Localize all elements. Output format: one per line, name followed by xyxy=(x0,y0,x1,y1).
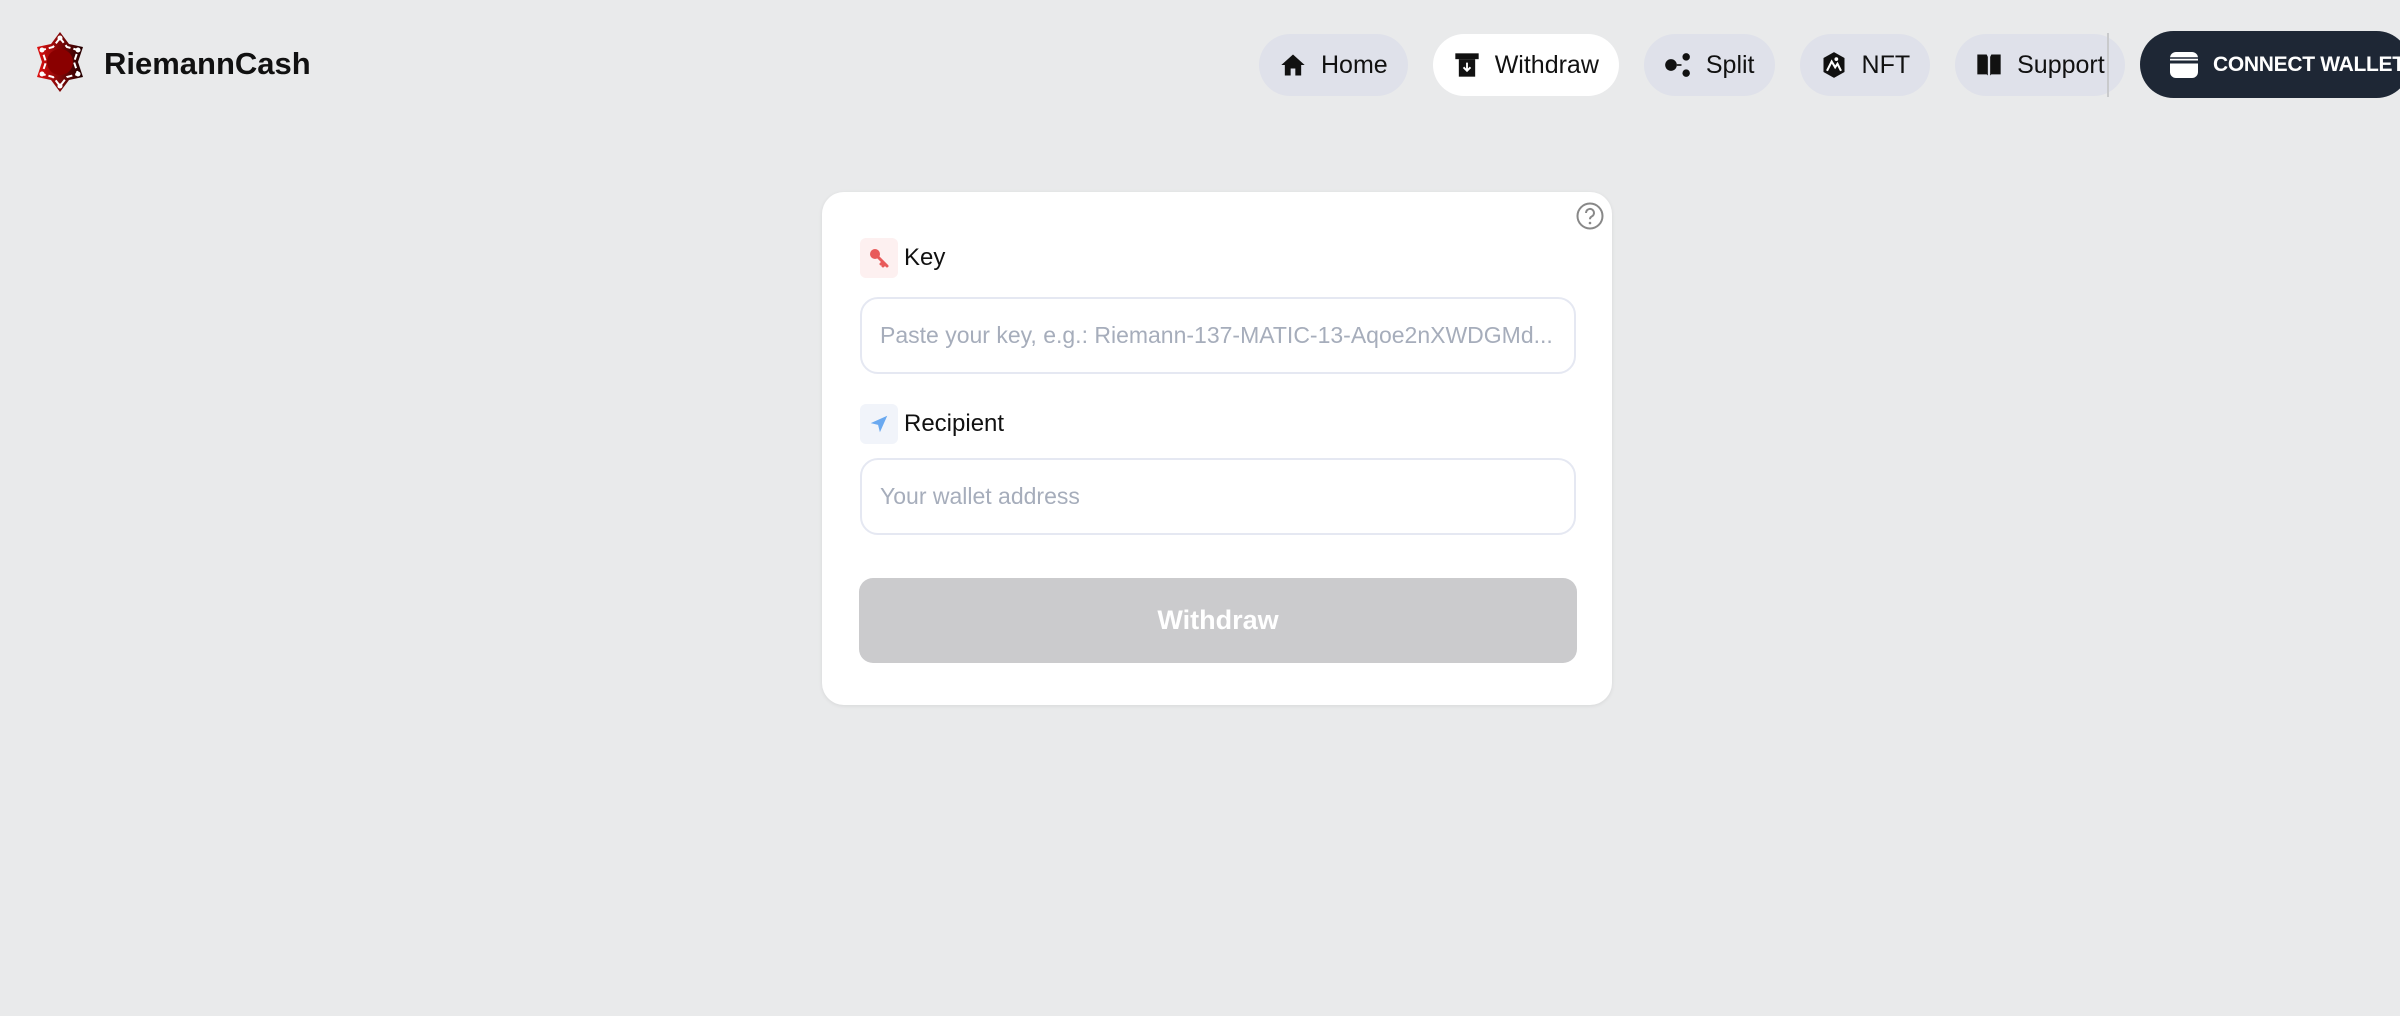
connect-wallet-label: CONNECT WALLET xyxy=(2213,52,2400,76)
brand[interactable]: RiemannCash xyxy=(34,30,311,99)
recipient-input[interactable] xyxy=(860,458,1576,535)
nav-split[interactable]: Split xyxy=(1643,34,1775,96)
nav-label: NFT xyxy=(1861,50,1911,79)
split-icon xyxy=(1664,51,1692,79)
key-label: Key xyxy=(860,238,945,278)
recipient-label: Recipient xyxy=(860,404,1004,444)
atm-withdraw-icon xyxy=(1453,51,1481,79)
withdraw-submit-button[interactable]: Withdraw xyxy=(859,578,1577,663)
nav-support[interactable]: Support xyxy=(1955,34,2125,96)
riemann-logo-icon xyxy=(34,30,86,99)
recipient-label-text: Recipient xyxy=(904,410,1005,437)
nav-nft[interactable]: NFT xyxy=(1799,34,1931,96)
nav-label: Withdraw xyxy=(1494,50,1599,79)
nav-home[interactable]: Home xyxy=(1259,34,1408,96)
withdraw-card: Key Recipient Withdraw xyxy=(822,192,1612,705)
main-nav: Home Withdraw Split NFT Support xyxy=(1259,33,2150,97)
top-header: RiemannCash Home Withdraw Split NFT Supp… xyxy=(0,0,2400,130)
connect-wallet-button[interactable]: CONNECT WALLET xyxy=(2140,31,2400,98)
key-label-text: Key xyxy=(904,244,946,271)
send-icon xyxy=(860,404,898,444)
key-icon xyxy=(860,238,898,278)
nav-label: Home xyxy=(1321,50,1388,79)
brand-name: RiemannCash xyxy=(104,46,311,81)
nav-label: Split xyxy=(1705,50,1755,79)
nav-withdraw[interactable]: Withdraw xyxy=(1432,34,1619,96)
nav-divider xyxy=(2107,33,2109,97)
key-input[interactable] xyxy=(860,297,1576,374)
wallet-icon xyxy=(2168,49,2200,81)
help-circle-icon[interactable] xyxy=(1575,201,1605,231)
nft-icon xyxy=(1820,51,1848,79)
book-icon xyxy=(1975,51,2003,79)
nav-label: Support xyxy=(2017,50,2105,79)
home-icon xyxy=(1279,51,1307,79)
